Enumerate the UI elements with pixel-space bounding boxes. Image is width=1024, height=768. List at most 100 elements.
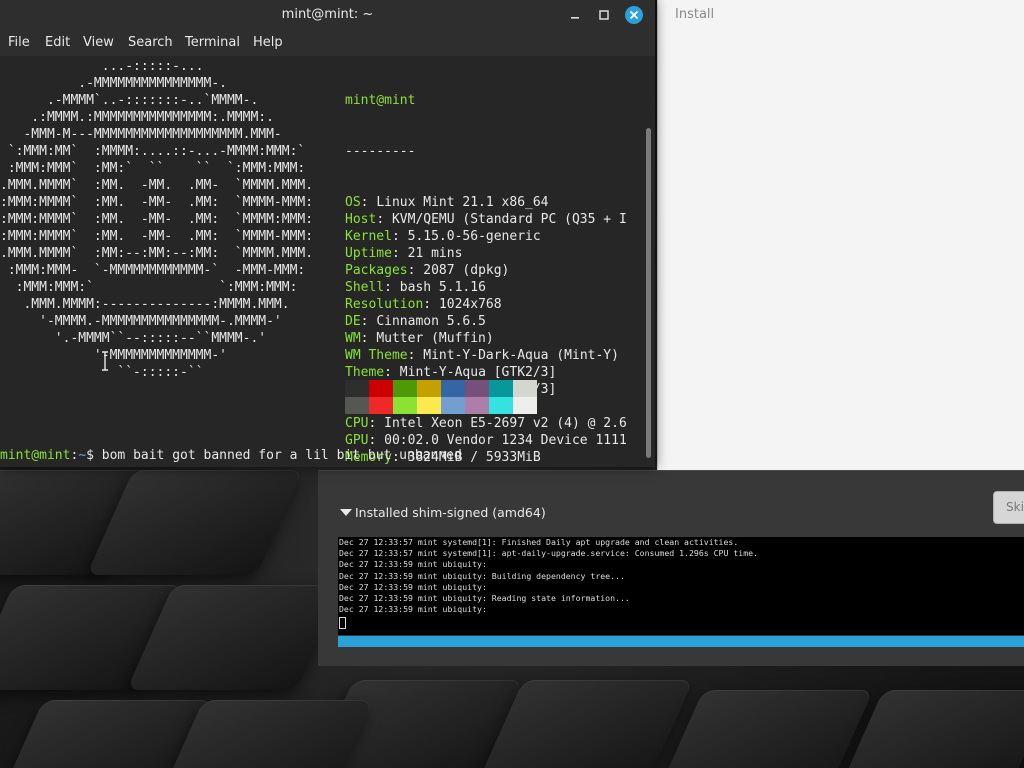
palette-swatch — [345, 397, 369, 414]
install-status-heading: Installed shim-signed (amd64) — [355, 505, 546, 520]
info-colon: : — [368, 416, 385, 431]
log-line: Dec 27 12:33:57 mint systemd[1]: apt-dai… — [339, 548, 758, 559]
palette-swatch — [393, 397, 417, 414]
install-status-toggle[interactable]: Installed shim-signed (amd64) — [340, 505, 546, 520]
info-value: 00:02.0 Vendor 1234 Device 1111 — [384, 433, 627, 448]
menu-edit[interactable]: Edit — [45, 35, 70, 50]
neofetch-ascii-logo: ...-:::::-... .-MMMMMMMMMMMMMMM-. .-MMMM… — [0, 58, 313, 381]
palette-swatch — [369, 397, 393, 414]
info-key: Host — [345, 212, 377, 227]
menu-view[interactable]: View — [83, 35, 114, 50]
info-key: WM — [345, 331, 361, 346]
info-colon: : — [391, 246, 408, 261]
palette-swatch — [369, 380, 393, 397]
terminal-window: mint@mint: ~ File Edit View Search Termi… — [0, 0, 655, 467]
ascii-line: .-MMMMMMMMMMMMMMM-. — [0, 76, 227, 91]
log-line: Dec 27 12:33:59 mint ubiquity: — [339, 559, 487, 570]
terminal-title: mint@mint: ~ — [281, 7, 374, 22]
wallpaper-tile — [656, 690, 874, 768]
info-colon: : — [423, 297, 439, 312]
info-colon: : — [384, 280, 400, 295]
info-colon: : — [360, 314, 377, 329]
text-cursor-icon — [101, 351, 109, 371]
ascii-line: `:MMM:MM` :MMMM:....::-...-MMMM:MMM:` — [0, 144, 306, 159]
terminal-scrollbar[interactable] — [645, 56, 653, 467]
prompt-command: bom bait got banned for a lil bit but un… — [101, 448, 462, 463]
info-row: WM: Mutter (Muffin) — [345, 330, 627, 347]
info-row: Kernel: 5.15.0-56-generic — [345, 228, 627, 245]
info-row: Shell: bash 5.1.16 — [345, 279, 627, 296]
info-value: Mint-Y-Dark-Aqua (Mint-Y) — [423, 348, 619, 363]
minimize-icon[interactable] — [566, 6, 584, 24]
info-key: CPU — [345, 416, 369, 431]
skip-button[interactable]: Ski — [993, 491, 1024, 524]
ascii-line: ...-:::::-... — [0, 59, 204, 74]
info-separator: --------- — [345, 144, 416, 159]
info-value: Linux Mint 21.1 x86_64 — [376, 195, 549, 210]
info-key: WM Theme — [345, 348, 408, 363]
installer-window: Install — [657, 0, 1024, 470]
ascii-line: '-MMMMMMMMMMMMM-' — [0, 348, 227, 363]
log-line: Dec 27 12:33:59 mint ubiquity: Building … — [339, 570, 625, 581]
prompt-user-host: mint@mint — [0, 448, 71, 463]
palette-swatch — [345, 380, 369, 397]
info-value: Intel Xeon E5-2697 v2 (4) @ 2.6 — [384, 416, 627, 431]
info-row: Uptime: 21 mins — [345, 245, 627, 262]
info-value: Mutter (Muffin) — [376, 331, 494, 346]
info-value: 2087 (dpkg) — [423, 263, 510, 278]
menu-help[interactable]: Help — [253, 35, 283, 50]
palette-swatch — [513, 397, 537, 414]
menu-terminal[interactable]: Terminal — [185, 35, 240, 50]
palette-row-normal — [345, 380, 537, 397]
ascii-line: -MMM-M---MMMMMMMMMMMMMMMMMMM.MMM- — [0, 127, 282, 142]
info-row: Resolution: 1024x768 — [345, 296, 627, 313]
prompt-path: ~ — [78, 448, 87, 463]
ascii-line: :MMM:MMM- `-MMMMMMMMMMMM-` -MMM-MMM: — [0, 263, 306, 278]
info-row: Theme: Mint-Y-Aqua [GTK2/3] — [345, 364, 627, 381]
ascii-line: :MMM:MMMM` :MM. -MM- .MM: `MMMM-MMM: — [0, 195, 314, 210]
info-key: Resolution — [345, 297, 424, 312]
terminal-content[interactable]: ...-:::::-... .-MMMMMMMMMMMMMMM-. .-MMMM… — [0, 56, 655, 467]
menu-file[interactable]: File — [8, 35, 30, 50]
palette-swatch — [489, 397, 513, 414]
ascii-line: .MMM.MMMM` :MM:--:MM:--:MM: `MMMM.MMM. — [0, 246, 314, 261]
palette-swatch — [513, 380, 537, 397]
close-icon[interactable] — [625, 6, 643, 24]
info-row: OS: Linux Mint 21.1 x86_64 — [345, 194, 627, 211]
log-line: Dec 27 12:33:59 mint ubiquity: Reading s… — [339, 593, 630, 604]
ascii-line: .MMM.MMMM:--------------:MMMM.MMM. — [0, 297, 290, 312]
menu-search[interactable]: Search — [128, 35, 173, 50]
expander-triangle-icon — [340, 509, 352, 516]
info-colon: : — [391, 229, 408, 244]
terminal-menubar: File Edit View Search Terminal Help — [0, 30, 655, 56]
maximize-icon[interactable] — [595, 6, 613, 24]
ascii-line: :MMM:MMM` :MM:` `` `` `:MMM:MMM: — [0, 161, 306, 176]
log-cursor — [339, 617, 346, 630]
info-colon: : — [384, 365, 400, 380]
shell-prompt-line[interactable]: mint@mint:~$ bom bait got banned for a l… — [0, 447, 462, 464]
palette-swatch — [465, 380, 489, 397]
palette-swatch — [441, 397, 465, 414]
info-value: Mint-Y-Aqua [GTK2/3] — [399, 365, 557, 380]
ascii-line: .-MMMM`..-:::::::-..`MMMM-. — [0, 93, 259, 108]
info-colon: : — [407, 348, 424, 363]
log-line: Dec 27 12:33:59 mint ubiquity: — [339, 604, 487, 615]
info-colon: : — [360, 195, 377, 210]
info-row: WM Theme: Mint-Y-Dark-Aqua (Mint-Y) — [345, 347, 627, 364]
terminal-titlebar[interactable]: mint@mint: ~ — [0, 0, 655, 30]
prompt-symbol: $ — [86, 448, 94, 463]
installer-title: Install — [675, 7, 715, 22]
palette-swatch — [441, 380, 465, 397]
ascii-line: .MMM.MMMM` :MM. -MM. .MM- `MMMM.MMM. — [0, 178, 314, 193]
palette-swatch — [417, 397, 441, 414]
install-log: Dec 27 12:33:57 mint systemd[1]: Finishe… — [338, 537, 1024, 635]
palette-row-bright — [345, 397, 537, 414]
info-key: DE — [345, 314, 361, 329]
scrollbar-thumb[interactable] — [646, 128, 651, 458]
info-row: Host: KVM/QEMU (Standard PC (Q35 + I — [345, 211, 627, 228]
info-value: bash 5.1.16 — [399, 280, 486, 295]
info-colon: : — [368, 433, 385, 448]
ascii-line: :MMM:MMMM` :MM. -MM- .MM: `MMMM:MMM: — [0, 212, 314, 227]
palette-swatch — [393, 380, 417, 397]
color-palette — [345, 380, 537, 414]
